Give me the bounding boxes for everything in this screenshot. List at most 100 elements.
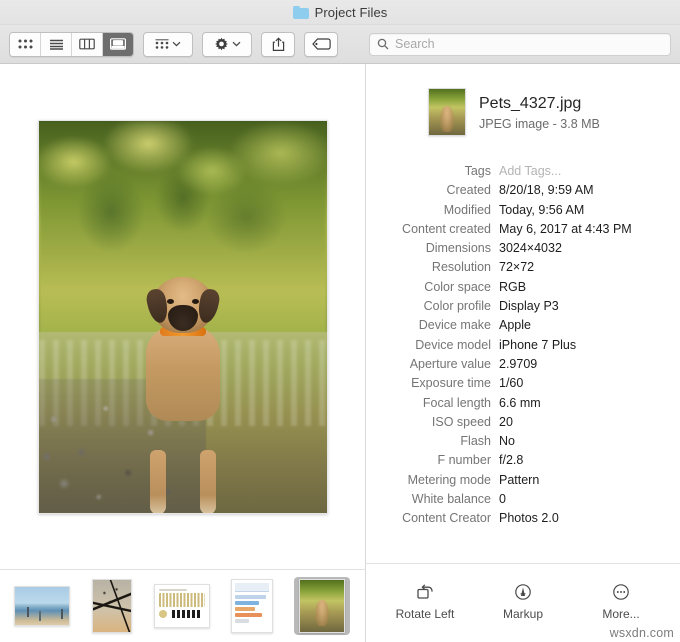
metadata-label: Metering mode <box>407 472 491 487</box>
share-icon <box>272 36 284 51</box>
list-view-button[interactable] <box>41 32 72 56</box>
markup-button[interactable]: Markup <box>480 582 566 621</box>
watermark: wsxdn.com <box>609 626 674 640</box>
thumbnail-flowers <box>92 579 132 633</box>
metadata-row: Aperture value 2.9709 <box>366 355 680 374</box>
metadata-value: May 6, 2017 at 4:43 PM <box>499 221 632 236</box>
toolbar: Search <box>0 25 680 64</box>
list-icon <box>49 39 63 50</box>
gallery-pane <box>0 64 366 642</box>
metadata-row: Focal length 6.6 mm <box>366 394 680 413</box>
metadata-row: Exposure time 1/60 <box>366 374 680 393</box>
metadata-value: No <box>499 434 515 449</box>
gallery-icon <box>110 38 126 50</box>
tag-button[interactable] <box>304 31 338 57</box>
list-item[interactable] <box>14 577 70 635</box>
thumbnail-document <box>154 584 210 628</box>
list-item[interactable] <box>154 577 210 635</box>
metadata-value: Today, 9:56 AM <box>499 202 585 217</box>
metadata-value: Photos 2.0 <box>499 511 559 526</box>
more-button[interactable]: More... <box>578 582 664 621</box>
metadata-label: Device model <box>415 337 491 352</box>
metadata-label: Tags <box>464 164 491 178</box>
chevron-down-icon <box>172 41 181 47</box>
metadata-label: Aperture value <box>409 356 491 371</box>
finder-window: Project Files Search Pets_4327.jpg JPEG … <box>0 0 680 642</box>
gear-icon <box>214 37 228 50</box>
search-icon <box>377 38 389 50</box>
metadata-row: Resolution 72×72 <box>366 258 680 277</box>
metadata-value: 3024×4032 <box>499 241 562 256</box>
metadata-label: Exposure time <box>411 376 491 391</box>
file-name: Pets_4327.jpg <box>479 94 582 112</box>
chevron-down-icon <box>232 41 240 47</box>
file-header: Pets_4327.jpg JPEG image - 3.8 MB <box>366 64 680 140</box>
action-menu-button[interactable] <box>202 31 252 57</box>
metadata-value: f/2.8 <box>499 453 524 468</box>
metadata-row: Flash No <box>366 432 680 451</box>
metadata-label: Color profile <box>423 299 491 314</box>
content-split: Pets_4327.jpg JPEG image - 3.8 MB Tags Ad… <box>0 64 680 642</box>
action-label: Markup <box>502 606 543 621</box>
metadata-value: iPhone 7 Plus <box>499 337 577 352</box>
metadata-row: Color space RGB <box>366 278 680 297</box>
metadata-label: Focal length <box>422 395 491 410</box>
gallery-view-button[interactable] <box>103 32 133 56</box>
action-label: Rotate Left <box>395 606 455 621</box>
metadata-value: 72×72 <box>499 260 535 275</box>
metadata-row: Created 8/20/18, 9:59 AM <box>366 181 680 200</box>
list-item[interactable] <box>84 577 140 635</box>
group-by-button[interactable] <box>143 31 193 57</box>
title-bar: Project Files <box>0 0 680 25</box>
metadata-value: Display P3 <box>499 299 559 314</box>
list-item[interactable] <box>224 577 280 635</box>
metadata-row: Color profile Display P3 <box>366 297 680 316</box>
metadata-list: Tags Add Tags... Created 8/20/18, 9:59 AM Mo… <box>366 140 680 563</box>
share-button[interactable] <box>261 31 295 57</box>
metadata-label: Created <box>446 183 491 198</box>
metadata-value: 0 <box>499 492 506 507</box>
filmstrip[interactable] <box>0 570 365 642</box>
metadata-row: Modified Today, 9:56 AM <box>366 201 680 220</box>
metadata-row: Content Creator Photos 2.0 <box>366 509 680 528</box>
file-subtitle: JPEG image - 3.8 MB <box>479 116 600 131</box>
rotate-left-button[interactable]: Rotate Left <box>382 582 468 621</box>
metadata-label: Content created <box>402 221 491 236</box>
window-title-group: Project Files <box>292 4 388 20</box>
metadata-row: Device model iPhone 7 Plus <box>366 336 680 355</box>
column-view-button[interactable] <box>72 32 103 56</box>
tag-icon <box>311 38 331 50</box>
action-label: More... <box>602 606 640 621</box>
photo-dog-in-river <box>38 120 327 513</box>
metadata-label: Dimensions <box>425 241 491 256</box>
more-icon <box>613 583 629 600</box>
list-item[interactable] <box>294 577 350 635</box>
search-input[interactable]: Search <box>369 32 671 56</box>
columns-icon <box>79 38 95 50</box>
inspector-pane: Pets_4327.jpg JPEG image - 3.8 MB Tags Ad… <box>366 64 680 642</box>
grid-icon <box>18 39 32 48</box>
metadata-row: Content created May 6, 2017 at 4:43 PM <box>366 220 680 239</box>
metadata-label: F number <box>437 453 492 468</box>
metadata-value: 1/60 <box>499 376 524 391</box>
metadata-value: Pattern <box>499 472 540 487</box>
window-title: Project Files <box>314 4 388 20</box>
metadata-label: Content Creator <box>402 511 491 526</box>
thumbnail-spreadsheet <box>231 579 273 633</box>
metadata-row: White balance 0 <box>366 490 680 509</box>
metadata-label: ISO speed <box>431 414 491 429</box>
metadata-value: RGB <box>499 279 527 294</box>
preview-image[interactable] <box>37 119 328 514</box>
metadata-row: Tags Add Tags... <box>366 162 680 181</box>
metadata-value[interactable]: Add Tags... <box>499 162 561 181</box>
search-placeholder: Search <box>395 37 435 51</box>
markup-icon <box>515 583 531 600</box>
metadata-value: 6.6 mm <box>499 395 541 410</box>
icon-view-button[interactable] <box>10 32 41 56</box>
thumbnail-beach <box>14 586 70 626</box>
view-mode-segmented-control[interactable] <box>9 31 134 57</box>
metadata-label: Device make <box>418 318 491 333</box>
file-thumbnail <box>428 88 466 136</box>
metadata-row: Device make Apple <box>366 316 680 335</box>
metadata-value: 8/20/18, 9:59 AM <box>499 183 594 198</box>
